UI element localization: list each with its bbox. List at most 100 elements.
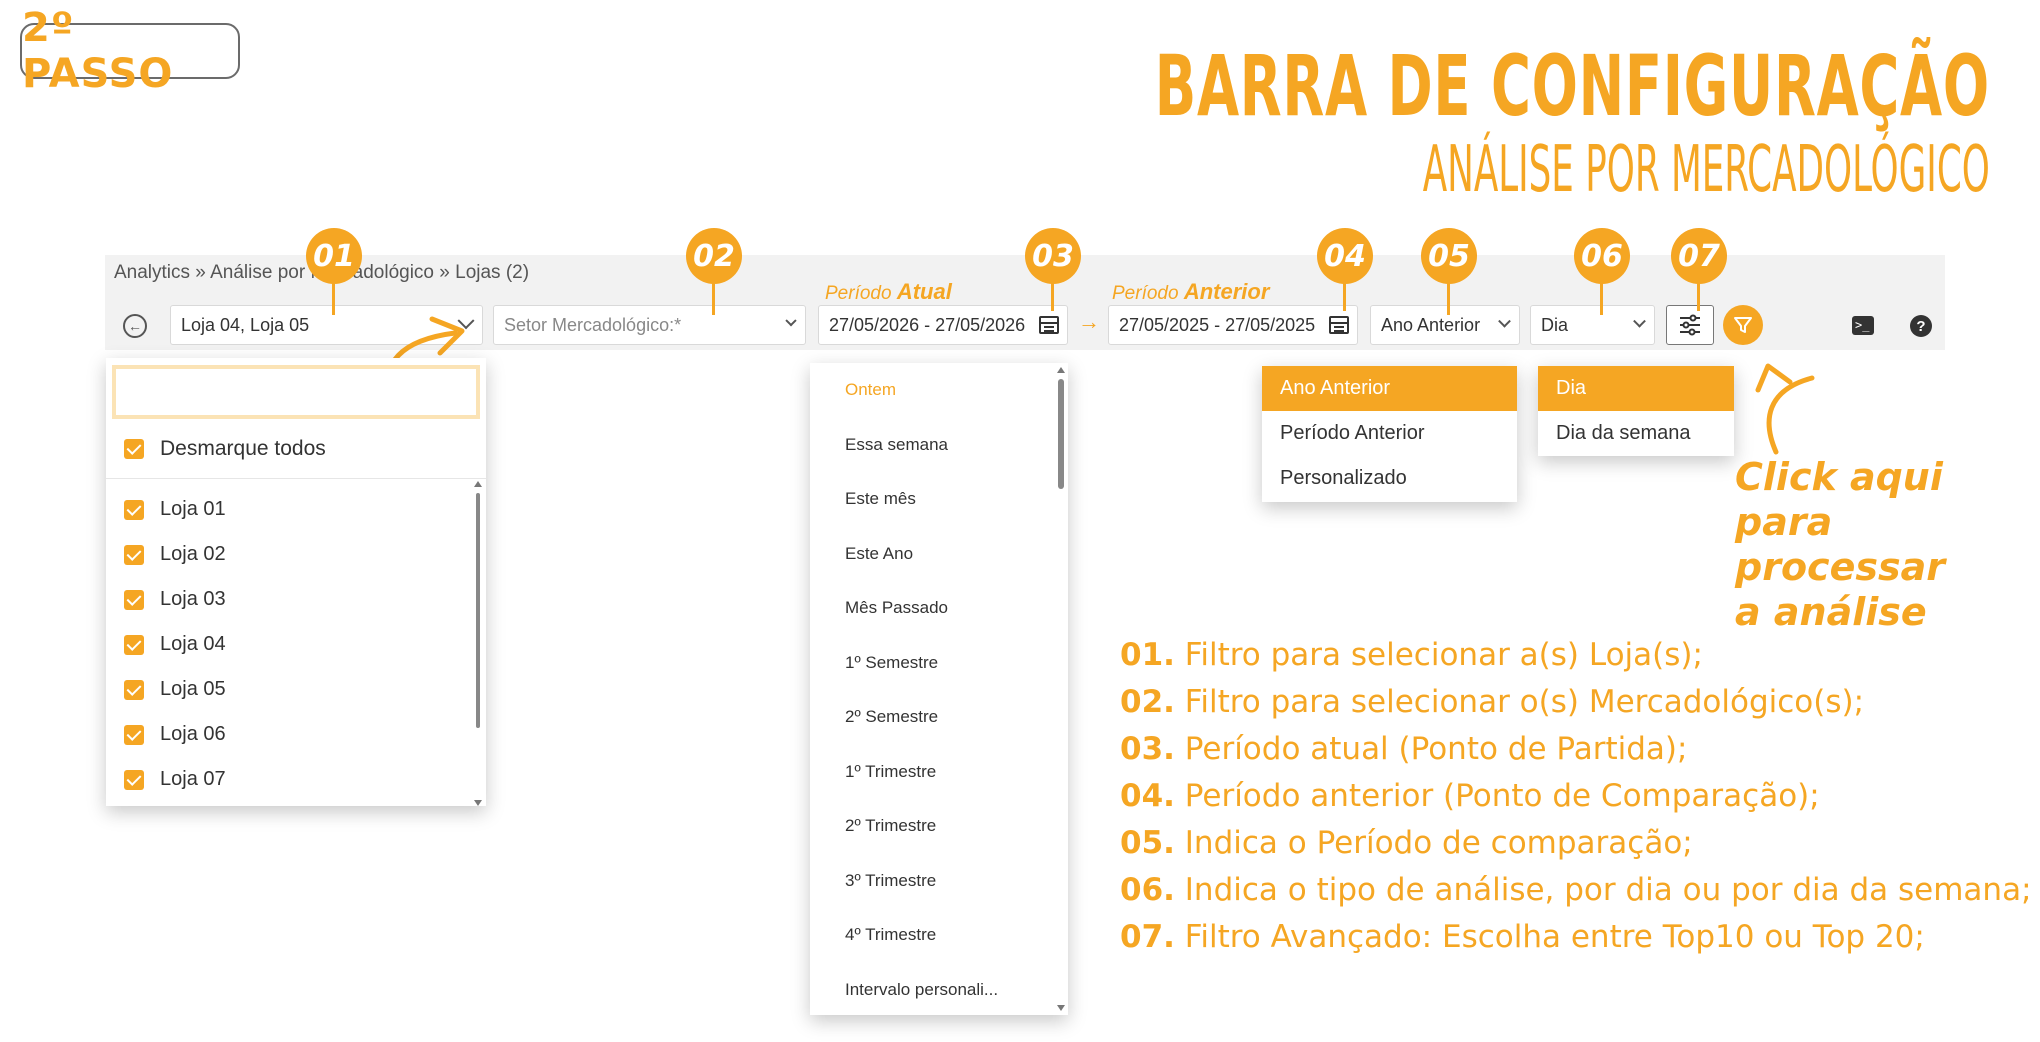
list-item[interactable]: 1º Semestre <box>810 636 1068 691</box>
list-item[interactable]: Este Ano <box>810 527 1068 582</box>
comparison-select-value: Ano Anterior <box>1381 314 1481 335</box>
scrollbar[interactable] <box>1057 367 1065 1011</box>
list-item[interactable]: Loja 01 <box>106 487 486 532</box>
list-item[interactable]: Mês Passado <box>810 581 1068 636</box>
list-item[interactable]: 2º Trimestre <box>810 799 1068 854</box>
scroll-down-icon[interactable] <box>474 800 482 806</box>
list-item[interactable]: Loja 05 <box>106 667 486 712</box>
legend: 01. Filtro para selecionar a(s) Loja(s);… <box>1120 632 2032 961</box>
current-period-field[interactable]: 27/05/2026 - 27/05/2026 <box>818 305 1068 345</box>
terminal-icon[interactable]: >_ <box>1852 316 1874 335</box>
analysis-type-dropdown: Dia Dia da semana <box>1538 366 1734 456</box>
badge-07: 07 <box>1671 228 1727 284</box>
previous-period-label: Período Anterior <box>1112 279 1269 305</box>
page-title: BARRA DE CONFIGURAÇÃO ANÁLISE POR MERCAD… <box>830 38 1990 206</box>
step-badge: 2º PASSO <box>20 5 240 97</box>
sliders-icon <box>1680 314 1700 336</box>
checkbox-checked-icon <box>124 438 144 459</box>
sector-select[interactable]: Setor Mercadológico:* <box>493 305 806 345</box>
list-item[interactable]: 4º Trimestre <box>810 908 1068 963</box>
previous-period-label-strong: Anterior <box>1183 279 1270 304</box>
current-period-label: Período Atual <box>825 279 952 305</box>
checkbox-checked-icon <box>124 679 144 700</box>
toggle-all-label: Desmarque todos <box>160 436 326 460</box>
funnel-icon <box>1734 317 1752 333</box>
toggle-all-row[interactable]: Desmarque todos <box>106 419 486 479</box>
current-period-label-prefix: Período <box>825 283 892 304</box>
scroll-down-icon[interactable] <box>1057 1005 1065 1011</box>
curved-arrow-icon <box>1755 363 1815 455</box>
chevron-down-icon <box>1633 314 1646 328</box>
badge-stem <box>1697 283 1700 311</box>
previous-period-label-prefix: Período <box>1112 283 1179 304</box>
legend-text: Filtro para selecionar a(s) Loja(s); <box>1184 637 1703 673</box>
list-item[interactable]: Loja 07 <box>106 757 486 802</box>
process-button[interactable] <box>1723 305 1763 345</box>
list-item[interactable]: Dia da semana <box>1538 411 1734 456</box>
chevron-down-icon <box>1498 314 1511 328</box>
calendar-icon[interactable] <box>1329 316 1349 334</box>
badge-stem <box>1447 283 1450 315</box>
legend-item: 01. Filtro para selecionar a(s) Loja(s); <box>1120 632 2032 679</box>
legend-item: 06. Indica o tipo de análise, por dia ou… <box>1120 867 2032 914</box>
arrow-left-icon: ← <box>128 318 142 334</box>
list-item[interactable]: Loja 06 <box>106 712 486 757</box>
scrollbar[interactable] <box>474 481 482 806</box>
checkbox-checked-icon <box>124 724 144 745</box>
comparison-dropdown: Ano Anterior Período Anterior Personaliz… <box>1262 366 1517 502</box>
checkbox-checked-icon <box>124 544 144 565</box>
period-dropdown: Ontem Essa semana Este mês Este Ano Mês … <box>810 363 1068 1015</box>
help-icon[interactable]: ? <box>1910 315 1932 337</box>
list-item[interactable]: Loja 02 <box>106 532 486 577</box>
checkbox-checked-icon <box>124 589 144 610</box>
scroll-up-icon[interactable] <box>1057 367 1065 373</box>
legend-number: 02. <box>1120 684 1175 720</box>
advanced-filter-button[interactable] <box>1666 305 1714 345</box>
checkbox-checked-icon <box>124 769 144 790</box>
list-item[interactable]: 1º Trimestre <box>810 745 1068 800</box>
list-item[interactable]: Período Anterior <box>1262 411 1517 456</box>
calendar-icon[interactable] <box>1039 316 1059 334</box>
legend-text: Indica o tipo de análise, por dia ou por… <box>1184 872 2032 908</box>
legend-number: 04. <box>1120 778 1175 814</box>
back-button[interactable]: ← <box>123 314 147 338</box>
list-item[interactable]: Ontem <box>810 363 1068 418</box>
scrollbar-thumb[interactable] <box>476 493 480 728</box>
scrollbar-thumb[interactable] <box>1058 379 1064 489</box>
click-hint: Click aqui para processar a análise <box>1735 455 2040 635</box>
analysis-type-select[interactable]: Dia <box>1530 305 1655 345</box>
store-label: Loja 01 <box>160 498 226 520</box>
legend-item: 07. Filtro Avançado: Escolha entre Top10… <box>1120 914 2032 961</box>
badge-06: 06 <box>1574 228 1630 284</box>
list-item[interactable]: Ano Anterior <box>1262 366 1517 411</box>
title-line-1: BARRA DE CONFIGURAÇÃO <box>1154 37 1990 135</box>
badge-01: 01 <box>306 228 362 284</box>
list-item[interactable]: Personalizado <box>1262 456 1517 501</box>
list-item[interactable]: Essa semana <box>810 418 1068 473</box>
store-label: Loja 03 <box>160 588 226 610</box>
comparison-select[interactable]: Ano Anterior <box>1370 305 1520 345</box>
click-hint-line: a análise <box>1735 590 1927 634</box>
store-label: Loja 06 <box>160 723 226 745</box>
sector-select-placeholder: Setor Mercadológico:* <box>504 314 682 335</box>
badge-stem <box>1343 283 1346 311</box>
badge-04: 04 <box>1317 228 1373 284</box>
list-item[interactable]: Loja 03 <box>106 577 486 622</box>
list-item[interactable]: 3º Trimestre <box>810 854 1068 909</box>
legend-number: 06. <box>1120 872 1175 908</box>
list-item[interactable]: 2º Semestre <box>810 690 1068 745</box>
current-period-label-strong: Atual <box>896 279 952 304</box>
previous-period-field[interactable]: 27/05/2025 - 27/05/2025 <box>1108 305 1358 345</box>
list-item[interactable]: Dia <box>1538 366 1734 411</box>
click-hint-line: para processar <box>1735 500 1945 589</box>
list-item[interactable]: Loja 04 <box>106 622 486 667</box>
previous-period-value: 27/05/2025 - 27/05/2025 <box>1119 314 1316 335</box>
scroll-up-icon[interactable] <box>474 481 482 487</box>
store-label: Loja 04 <box>160 633 226 655</box>
legend-number: 03. <box>1120 731 1175 767</box>
store-search-input[interactable] <box>112 365 480 419</box>
store-label: Loja 07 <box>160 768 226 790</box>
list-item[interactable]: Este mês <box>810 472 1068 527</box>
list-item[interactable]: Intervalo personali... <box>810 963 1068 1018</box>
chevron-down-icon <box>785 315 797 327</box>
